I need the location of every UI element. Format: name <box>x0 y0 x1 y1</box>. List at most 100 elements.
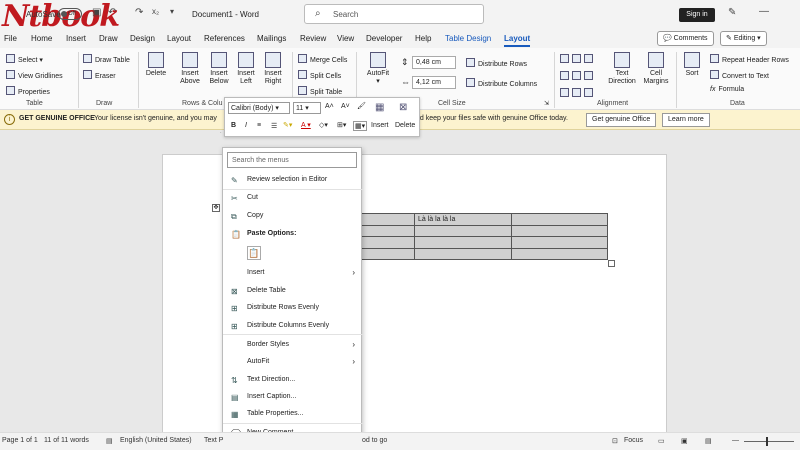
row-height-input[interactable]: 0,48 cm <box>412 56 456 69</box>
accessibility-status[interactable]: od to go <box>362 437 387 444</box>
font-color-icon[interactable]: A ▾ <box>301 121 311 129</box>
cell-size-launcher-icon[interactable]: ⇲ <box>544 100 549 107</box>
customize-toolbar-icon[interactable]: ▾ <box>170 7 174 16</box>
font-name-box[interactable]: Calibri (Body) ▾ <box>228 102 290 114</box>
autosave-toggle[interactable]: Off <box>58 8 82 20</box>
zoom-slider[interactable] <box>744 441 794 442</box>
menu-item-insert-caption[interactable]: Insert Caption... <box>247 393 296 400</box>
tab-help[interactable]: Help <box>415 34 431 43</box>
alignment-grid[interactable] <box>560 54 596 98</box>
mini-delete-label[interactable]: Delete <box>395 122 415 129</box>
table-cell[interactable] <box>414 224 512 237</box>
zoom-out-icon[interactable]: — <box>732 437 739 444</box>
menu-item-text-direction[interactable]: Text Direction... <box>247 376 295 383</box>
format-painter-icon[interactable]: 🖌 <box>357 102 366 110</box>
align-bottom-left-icon[interactable] <box>560 88 569 97</box>
minimize-icon[interactable]: — <box>759 6 769 17</box>
paste-keep-text-icon[interactable]: 📋 <box>247 246 261 260</box>
select-button[interactable]: Select ▾ <box>6 54 43 64</box>
delete-button[interactable]: Delete <box>143 52 169 78</box>
menu-item-table-properties[interactable]: Table Properties... <box>247 410 303 417</box>
merge-cells-button[interactable]: Merge Cells <box>298 54 347 64</box>
text-predictions[interactable]: Text P <box>204 437 223 444</box>
cell-margins-button[interactable]: Cell Margins <box>640 52 672 86</box>
tab-home[interactable]: Home <box>31 34 52 43</box>
menu-item-border-styles[interactable]: Border Styles <box>247 341 289 348</box>
borders-icon[interactable]: ▦▾ <box>353 121 368 131</box>
menu-item-insert[interactable]: Insert <box>247 269 265 276</box>
convert-to-text-button[interactable]: Convert to Text <box>710 70 769 80</box>
sign-in-button[interactable]: Sign in <box>679 8 715 22</box>
table-move-handle-icon[interactable]: ✥ <box>212 204 220 212</box>
view-gridlines-button[interactable]: View Gridlines <box>6 70 63 80</box>
table-cell[interactable]: Là là la là la <box>414 213 512 226</box>
insert-left-button[interactable]: Insert Left <box>233 52 259 86</box>
table-cell[interactable] <box>414 236 512 249</box>
align-top-left-icon[interactable] <box>560 54 569 63</box>
menu-search-input[interactable]: Search the menus <box>227 152 357 168</box>
bold-button[interactable]: B <box>231 122 236 129</box>
table-cell[interactable] <box>511 213 608 226</box>
table-resize-handle[interactable] <box>608 260 615 267</box>
table-cell[interactable] <box>511 236 608 249</box>
align-bottom-center-icon[interactable] <box>572 88 581 97</box>
align-middle-left-icon[interactable] <box>560 71 569 80</box>
grow-font-icon[interactable]: A˄ <box>325 103 334 110</box>
redo-icon[interactable]: ↷ <box>135 7 143 18</box>
italic-button[interactable]: I <box>245 122 247 129</box>
eraser-button[interactable]: Eraser <box>83 70 116 80</box>
print-layout-icon[interactable]: ▣ <box>681 437 688 445</box>
shrink-font-icon[interactable]: A˅ <box>341 103 350 110</box>
subscript-icon[interactable]: x₂ <box>152 7 159 16</box>
menu-item-review-editor[interactable]: Review selection in Editor <box>247 176 327 183</box>
focus-icon[interactable]: ⊡ <box>612 437 618 445</box>
delete-table-mini-icon[interactable]: ⊠ <box>399 102 407 113</box>
tab-file[interactable]: File <box>4 34 17 43</box>
align-center-icon[interactable]: ≡ <box>257 122 261 129</box>
split-cells-button[interactable]: Split Cells <box>298 70 341 80</box>
menu-item-autofit[interactable]: AutoFit <box>247 358 269 365</box>
comments-button[interactable]: 💬 Comments <box>657 31 714 46</box>
table-cell[interactable] <box>414 247 512 260</box>
tab-insert[interactable]: Insert <box>66 34 86 43</box>
tab-design[interactable]: Design <box>130 34 155 43</box>
align-bottom-right-icon[interactable] <box>584 88 593 97</box>
tab-references[interactable]: References <box>204 34 245 43</box>
font-size-box[interactable]: 11 ▾ <box>293 102 321 114</box>
page-count[interactable]: Page 1 of 1 <box>2 437 38 444</box>
highlight-icon[interactable]: ✎▾ <box>283 121 292 129</box>
align-middle-center-icon[interactable] <box>572 71 581 80</box>
tab-table-design[interactable]: Table Design <box>445 34 491 43</box>
repeat-header-rows-button[interactable]: Repeat Header Rows <box>710 54 789 64</box>
tab-view[interactable]: View <box>337 34 354 43</box>
learn-more-button[interactable]: Learn more <box>662 113 710 127</box>
insert-table-icon[interactable]: ▦ <box>375 102 384 113</box>
proofing-icon[interactable]: ▤ <box>106 437 113 445</box>
tab-draw[interactable]: Draw <box>99 34 118 43</box>
language-indicator[interactable]: English (United States) <box>120 437 192 444</box>
tab-developer[interactable]: Developer <box>366 34 402 43</box>
menu-item-copy[interactable]: Copy <box>247 212 263 219</box>
align-top-right-icon[interactable] <box>584 54 593 63</box>
insert-below-button[interactable]: Insert Below <box>205 52 233 86</box>
tab-mailings[interactable]: Mailings <box>257 34 286 43</box>
column-width-input[interactable]: 4,12 cm <box>412 76 456 89</box>
menu-item-distribute-columns[interactable]: Distribute Columns Evenly <box>247 322 329 329</box>
undo-icon[interactable]: ↶ <box>108 7 116 18</box>
pen-icon[interactable]: ✎ <box>728 7 736 18</box>
focus-button[interactable]: Focus <box>624 437 643 444</box>
get-genuine-office-button[interactable]: Get genuine Office <box>586 113 657 127</box>
menu-item-delete-table[interactable]: Delete Table <box>247 287 286 294</box>
insert-right-button[interactable]: Insert Right <box>260 52 286 86</box>
save-icon[interactable]: ▣ <box>92 7 101 18</box>
styles-icon[interactable]: ⊞▾ <box>337 121 346 129</box>
text-direction-button[interactable]: Text Direction <box>606 52 638 86</box>
align-top-center-icon[interactable] <box>572 54 581 63</box>
word-count[interactable]: 11 of 11 words <box>44 437 89 444</box>
distribute-columns-button[interactable]: Distribute Columns <box>466 78 537 88</box>
formula-button[interactable]: fx Formula <box>710 86 744 93</box>
tab-layout-page[interactable]: Layout <box>167 34 191 43</box>
insert-above-button[interactable]: Insert Above <box>176 52 204 86</box>
menu-item-cut[interactable]: Cut <box>247 194 258 201</box>
editing-button[interactable]: ✎ Editing ▾ <box>720 31 767 46</box>
